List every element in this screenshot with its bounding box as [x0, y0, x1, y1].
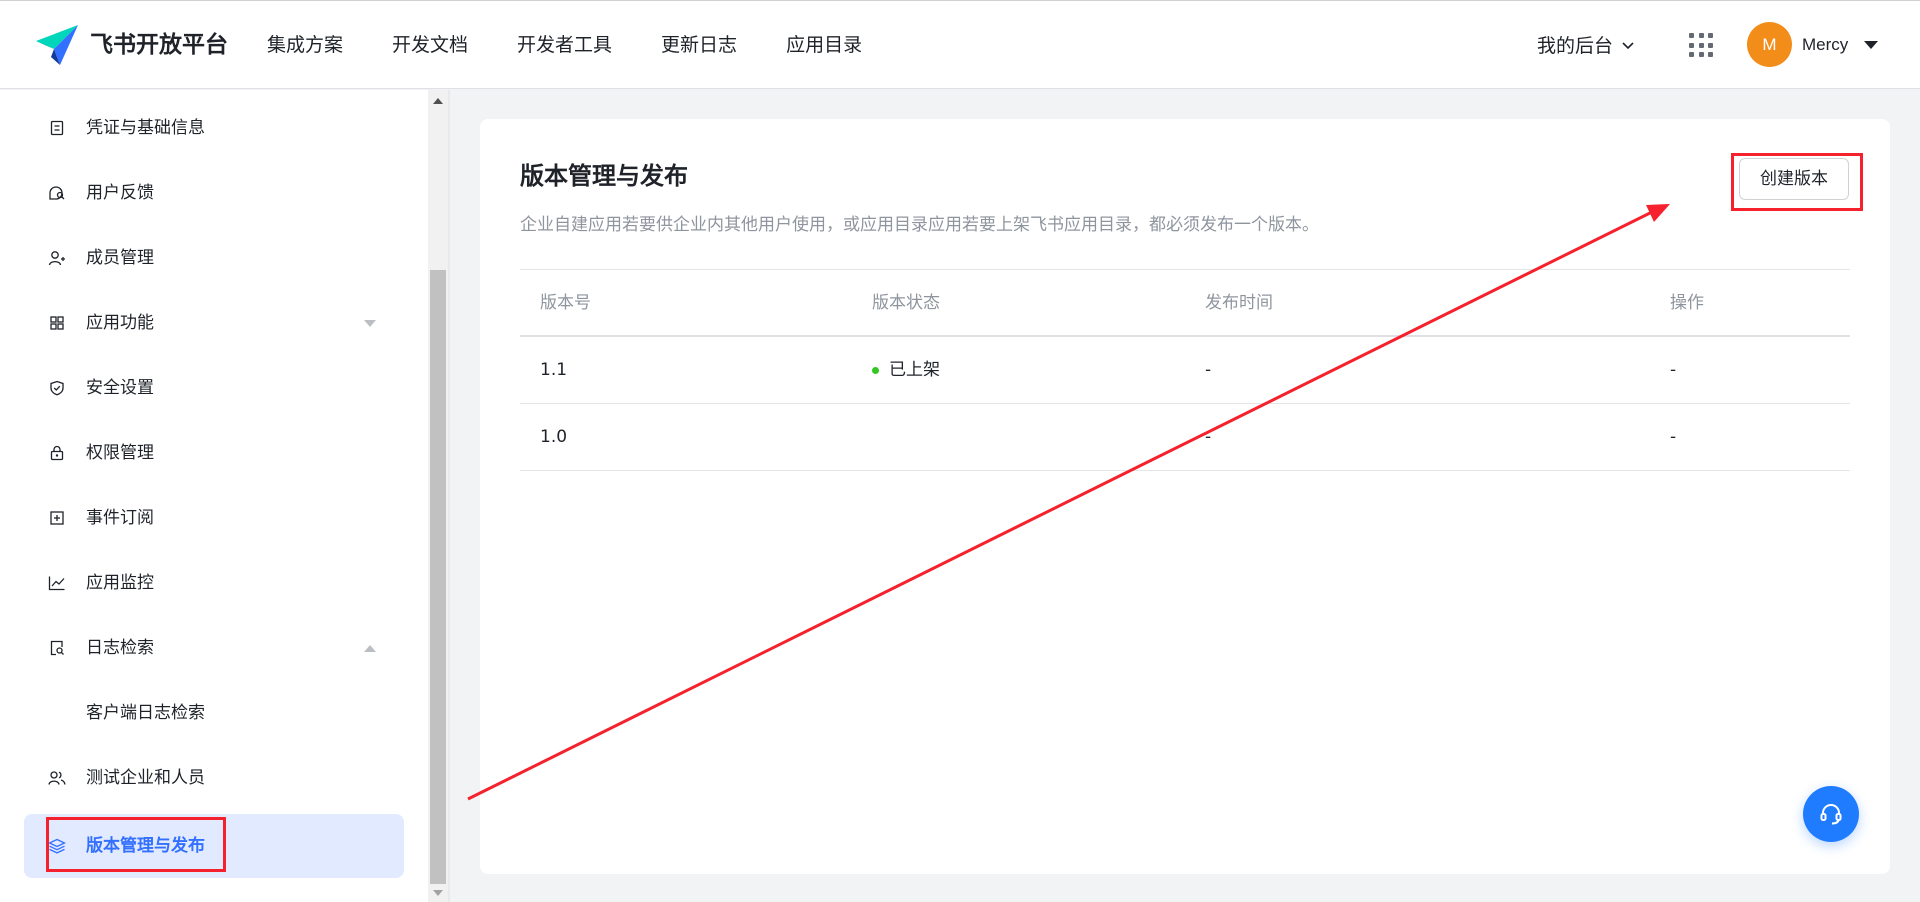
sidebar-item-log-search[interactable]: 日志检索	[24, 617, 404, 679]
row-action: -	[1670, 360, 1677, 380]
caret-up-icon[interactable]	[364, 644, 376, 652]
main-nav: 集成方案 开发文档 开发者工具 更新日志 应用目录	[267, 31, 911, 59]
sidebar-item-permissions[interactable]: 权限管理	[24, 422, 404, 484]
version-management-card: 版本管理与发布 企业自建应用若要供企业内其他用户使用，或应用目录应用若要上架飞书…	[480, 119, 1890, 874]
version-table: 版本号 版本状态 发布时间 操作 1.1 已上架 - - 1.0 - -	[520, 269, 1850, 471]
sidebar-item-feedback[interactable]: 用户反馈	[24, 162, 404, 224]
sidebar-item-label: 安全设置	[86, 378, 154, 398]
sidebar-item-test-enterprise[interactable]: 测试企业和人员	[24, 747, 404, 809]
avatar[interactable]: M	[1747, 22, 1792, 67]
sidebar-divider	[448, 90, 450, 902]
nav-integration[interactable]: 集成方案	[267, 31, 343, 59]
credential-icon	[48, 119, 66, 137]
version-number: 1.1	[540, 360, 568, 380]
nav-app-directory[interactable]: 应用目录	[786, 31, 862, 59]
publish-time: -	[1205, 427, 1212, 447]
sidebar: 凭证与基础信息 用户反馈 成员管理 应用功能 安全设置 权限管理 事件订阅 应用…	[0, 90, 428, 902]
my-backend-label: 我的后台	[1537, 35, 1614, 57]
publish-time: -	[1205, 360, 1212, 380]
sidebar-item-security[interactable]: 安全设置	[24, 357, 404, 419]
feishu-logo-icon[interactable]	[34, 23, 80, 67]
column-header-status: 版本状态	[872, 292, 940, 313]
member-icon	[48, 249, 66, 267]
scroll-up-arrow-icon[interactable]	[433, 98, 443, 104]
user-name[interactable]: Mercy	[1802, 32, 1848, 58]
column-header-version: 版本号	[540, 292, 591, 313]
page-description: 企业自建应用若要供企业内其他用户使用，或应用目录应用若要上架飞书应用目录，都必须…	[520, 215, 1319, 235]
version-number: 1.0	[540, 427, 568, 447]
status-dot-icon	[872, 366, 879, 374]
sidebar-item-client-log-search[interactable]: 客户端日志检索	[24, 682, 404, 744]
nav-changelog[interactable]: 更新日志	[661, 31, 737, 59]
row-action: -	[1670, 427, 1677, 447]
sidebar-item-label: 用户反馈	[86, 183, 154, 203]
version-status: 已上架	[872, 337, 940, 403]
customer-service-button[interactable]	[1803, 786, 1859, 842]
sidebar-item-label: 成员管理	[86, 248, 154, 268]
sidebar-scrollbar[interactable]	[428, 90, 448, 902]
sidebar-item-version-management[interactable]: 版本管理与发布	[24, 814, 404, 878]
lock-icon	[48, 444, 66, 462]
sidebar-item-label: 权限管理	[86, 443, 154, 463]
sidebar-item-label: 应用监控	[86, 573, 154, 593]
grid-icon	[48, 314, 66, 332]
create-version-button[interactable]: 创建版本	[1739, 158, 1849, 200]
sidebar-item-label: 版本管理与发布	[86, 836, 205, 856]
sidebar-item-label: 应用功能	[86, 313, 154, 333]
feedback-icon	[48, 184, 66, 202]
chevron-down-icon	[1622, 42, 1634, 50]
caret-down-icon[interactable]	[1864, 41, 1878, 49]
app-grid-icon[interactable]	[1689, 33, 1713, 57]
layers-icon	[48, 837, 66, 855]
my-backend-dropdown[interactable]: 我的后台	[1537, 32, 1635, 60]
table-row[interactable]: 1.0 - -	[520, 404, 1850, 471]
sidebar-item-label: 客户端日志检索	[86, 703, 205, 723]
scrollbar-thumb[interactable]	[430, 270, 446, 884]
sidebar-item-event-subscription[interactable]: 事件订阅	[24, 487, 404, 549]
sidebar-item-members[interactable]: 成员管理	[24, 227, 404, 289]
event-icon	[48, 509, 66, 527]
sidebar-item-label: 事件订阅	[86, 508, 154, 528]
brand-name[interactable]: 飞书开放平台	[90, 29, 228, 61]
table-row[interactable]: 1.1 已上架 - -	[520, 337, 1850, 404]
sidebar-item-app-features[interactable]: 应用功能	[24, 292, 404, 354]
users-icon	[48, 769, 66, 787]
nav-dev-tools[interactable]: 开发者工具	[517, 31, 612, 59]
page-title: 版本管理与发布	[520, 162, 688, 190]
sidebar-item-label: 凭证与基础信息	[86, 118, 205, 138]
sidebar-item-label: 日志检索	[86, 638, 154, 658]
scroll-down-arrow-icon[interactable]	[433, 890, 443, 896]
shield-icon	[48, 379, 66, 397]
nav-docs[interactable]: 开发文档	[392, 31, 468, 59]
caret-down-icon[interactable]	[364, 319, 376, 327]
sidebar-item-app-monitor[interactable]: 应用监控	[24, 552, 404, 614]
log-search-icon	[48, 639, 66, 657]
headset-icon	[1820, 804, 1842, 825]
column-header-publish-time: 发布时间	[1205, 292, 1273, 313]
table-header-row: 版本号 版本状态 发布时间 操作	[520, 269, 1850, 337]
top-navbar: 飞书开放平台 集成方案 开发文档 开发者工具 更新日志 应用目录 我的后台 M …	[0, 0, 1920, 89]
sidebar-item-label: 测试企业和人员	[86, 768, 205, 788]
column-header-actions: 操作	[1670, 292, 1704, 313]
sidebar-item-credentials[interactable]: 凭证与基础信息	[24, 97, 404, 159]
chart-icon	[48, 574, 66, 592]
status-text: 已上架	[889, 360, 940, 380]
